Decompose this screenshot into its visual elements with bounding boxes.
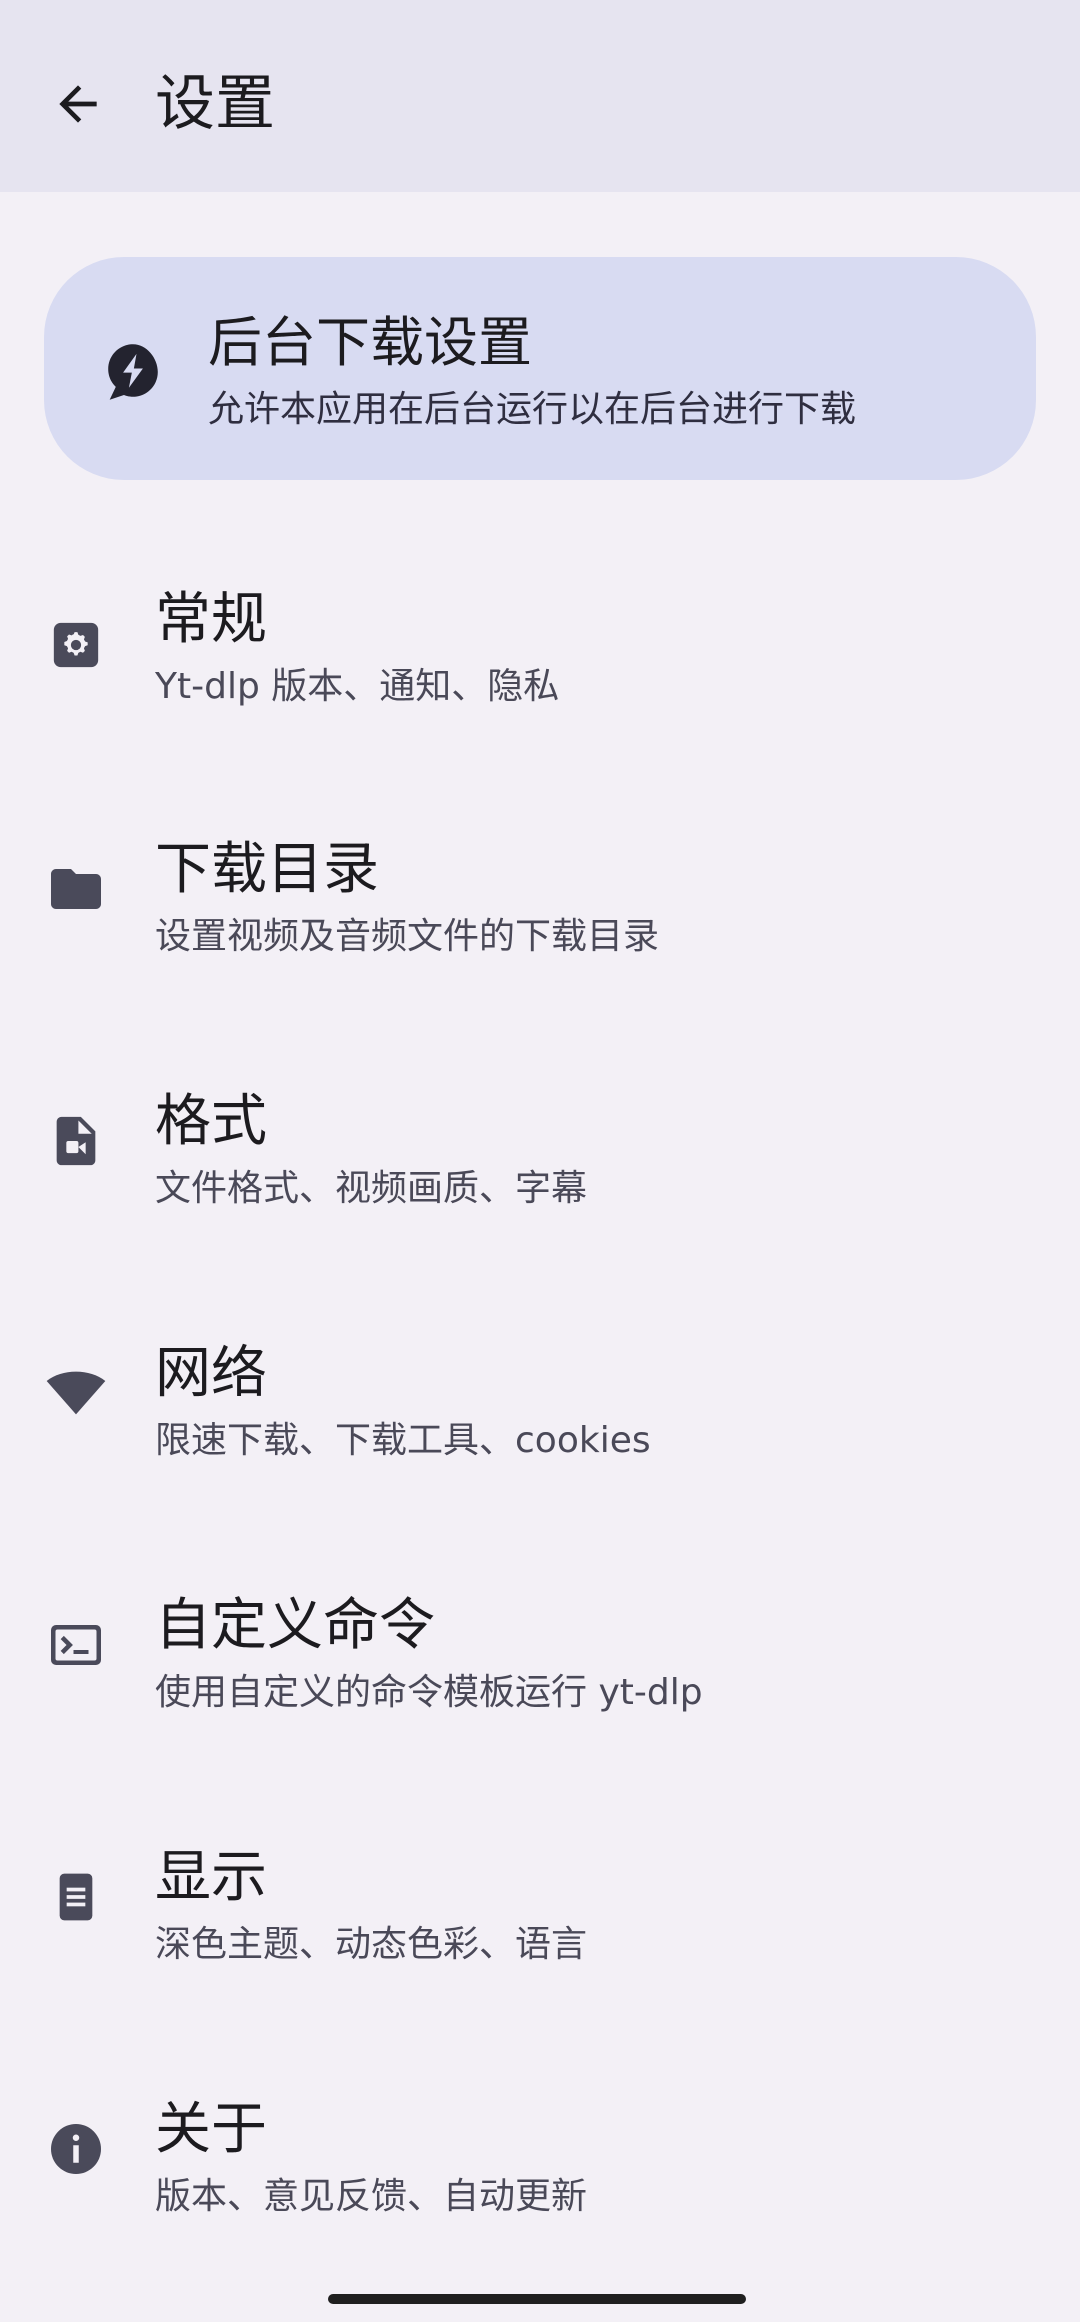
settings-item-subtitle: 深色主题、动态色彩、语言 [155,1924,588,1965]
settings-item-subtitle: 文件格式、视频画质、字幕 [155,1168,588,1209]
settings-item-network[interactable]: 网络 限速下载、下载工具、cookies [0,1301,1080,1501]
banner-title: 后台下载设置 [208,311,532,374]
gear-icon [44,613,108,677]
settings-item-subtitle: 限速下载、下载工具、cookies [155,1420,651,1461]
wifi-icon [44,1361,108,1425]
document-icon [44,1865,108,1929]
settings-item-display[interactable]: 显示 深色主题、动态色彩、语言 [0,1805,1080,2005]
settings-item-custom-command[interactable]: 自定义命令 使用自定义的命令模板运行 yt-dlp [0,1553,1080,1753]
settings-item-about[interactable]: 关于 版本、意见反馈、自动更新 [0,2057,1080,2257]
settings-item-format[interactable]: 格式 文件格式、视频画质、字幕 [0,1049,1080,1249]
settings-item-download-directory[interactable]: 下载目录 设置视频及音频文件的下载目录 [0,797,1080,997]
settings-item-subtitle: 设置视频及音频文件的下载目录 [155,916,660,957]
settings-item-title: 常规 [155,587,267,652]
settings-item-title: 自定义命令 [155,1593,435,1658]
settings-item-title: 关于 [155,2097,267,2162]
background-download-banner[interactable] [44,257,1036,480]
video-file-icon [44,1109,108,1173]
settings-item-general[interactable]: 常规 Yt-dlp 版本、通知、隐私 [0,545,1080,745]
settings-item-subtitle: 版本、意见反馈、自动更新 [155,2176,588,2217]
settings-item-title: 下载目录 [155,837,379,902]
settings-screen: 设置 后台下载设置 允许本应用在后台运行以在后台进行下载 常规 Yt-dlp 版… [0,0,1080,2322]
page-title: 设置 [155,69,275,139]
terminal-icon [44,1613,108,1677]
banner-subtitle: 允许本应用在后台运行以在后台进行下载 [208,389,857,430]
battery-bolt-icon [98,337,168,407]
settings-item-subtitle: 使用自定义的命令模板运行 yt-dlp [155,1672,703,1713]
settings-item-subtitle: Yt-dlp 版本、通知、隐私 [155,666,560,707]
settings-item-title: 格式 [155,1089,267,1154]
folder-icon [44,857,108,921]
arrow-back-icon [59,85,97,123]
settings-item-title: 显示 [155,1845,267,1910]
back-button[interactable] [38,64,118,144]
settings-item-title: 网络 [155,1341,267,1406]
top-app-bar: 设置 [0,0,1080,192]
gesture-navigation-bar[interactable] [328,2294,746,2304]
info-icon [44,2117,108,2181]
